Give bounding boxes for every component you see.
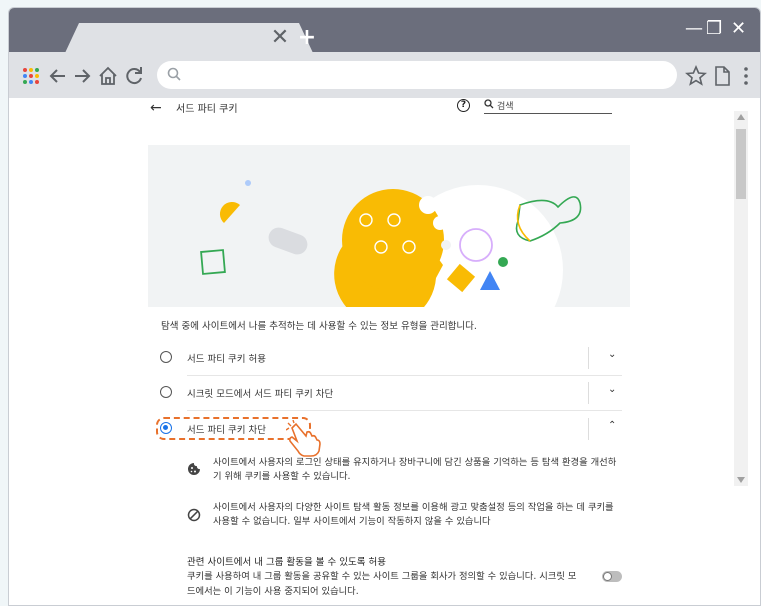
settings-page: ← 서드 파티 쿠키 ? 검색 bbox=[140, 92, 622, 126]
new-tab-button[interactable]: + bbox=[293, 24, 321, 52]
search-icon bbox=[167, 67, 181, 81]
page-icon[interactable] bbox=[711, 65, 733, 87]
divider bbox=[588, 382, 589, 404]
divider bbox=[588, 418, 589, 440]
restore-icon[interactable]: ❐ bbox=[706, 19, 722, 39]
title-bar: ✕ + — ❐ ✕ bbox=[9, 8, 760, 53]
vertical-scrollbar[interactable] bbox=[734, 111, 748, 486]
reload-icon[interactable] bbox=[123, 65, 145, 87]
radio-block-incognito[interactable] bbox=[160, 386, 172, 398]
star-icon[interactable] bbox=[685, 65, 707, 87]
settings-search-field[interactable]: 검색 bbox=[484, 98, 612, 114]
chevron-up-icon[interactable]: ⌃ bbox=[608, 420, 616, 431]
detail-text: 사이트에서 사용자의 로그인 상태를 유지하거나 장바구니에 담긴 상품을 기억… bbox=[213, 457, 617, 482]
related-sites-toggle[interactable] bbox=[602, 571, 622, 582]
option-label: 시크릿 모드에서 서드 파티 쿠키 차단 bbox=[187, 389, 334, 400]
apps-grid-icon[interactable] bbox=[21, 65, 43, 87]
cookies-illustration bbox=[148, 145, 630, 307]
radio-allow[interactable] bbox=[160, 351, 172, 363]
home-icon[interactable] bbox=[97, 65, 119, 87]
search-icon bbox=[484, 99, 494, 109]
forward-arrow-icon[interactable] bbox=[71, 65, 93, 87]
detail-text: 사이트에서 사용자의 다양한 사이트 탐색 활동 정보를 이용해 광고 맞춤설정… bbox=[213, 502, 614, 527]
address-bar[interactable] bbox=[157, 61, 677, 89]
page-description: 탐색 중에 사이트에서 나를 추적하는 데 사용할 수 있는 정보 유형을 관리… bbox=[161, 321, 477, 332]
help-icon[interactable]: ? bbox=[457, 99, 470, 112]
page-header: ← 서드 파티 쿠키 ? 검색 bbox=[140, 92, 622, 126]
search-placeholder: 검색 bbox=[497, 102, 514, 112]
scroll-thumb[interactable] bbox=[736, 129, 746, 199]
divider bbox=[588, 347, 589, 369]
close-window-icon[interactable]: ✕ bbox=[731, 19, 746, 39]
option-allow-third-party[interactable]: 서드 파티 쿠키 허용 ⌄ bbox=[160, 341, 622, 375]
back-icon[interactable]: ← bbox=[150, 100, 162, 116]
option-block-incognito[interactable]: 시크릿 모드에서 서드 파티 쿠키 차단 ⌄ bbox=[160, 376, 622, 410]
divider bbox=[187, 410, 622, 411]
scroll-down-icon[interactable] bbox=[737, 477, 745, 483]
chevron-down-icon[interactable]: ⌄ bbox=[608, 349, 616, 360]
cookie-icon bbox=[188, 463, 200, 475]
hand-pointer-icon bbox=[286, 420, 321, 457]
page-title: 서드 파티 쿠키 bbox=[176, 104, 238, 115]
related-sites-title: 관련 사이트에서 내 그룹 활동을 볼 수 있도록 허용 bbox=[187, 557, 386, 568]
option-label: 서드 파티 쿠키 허용 bbox=[187, 354, 266, 365]
back-arrow-icon[interactable] bbox=[47, 65, 69, 87]
minimize-icon[interactable]: — bbox=[685, 19, 703, 39]
block-icon bbox=[187, 508, 201, 522]
menu-dots-icon[interactable] bbox=[735, 65, 757, 87]
tab-close-icon[interactable]: ✕ bbox=[269, 27, 291, 49]
scroll-up-icon[interactable] bbox=[737, 114, 745, 120]
related-sites-description: 쿠키를 사용하여 내 그룹 활동을 공유할 수 있는 사이트 그룹을 회사가 정… bbox=[187, 571, 577, 597]
chevron-down-icon[interactable]: ⌄ bbox=[608, 384, 616, 395]
browser-tab[interactable]: ✕ bbox=[65, 23, 313, 53]
